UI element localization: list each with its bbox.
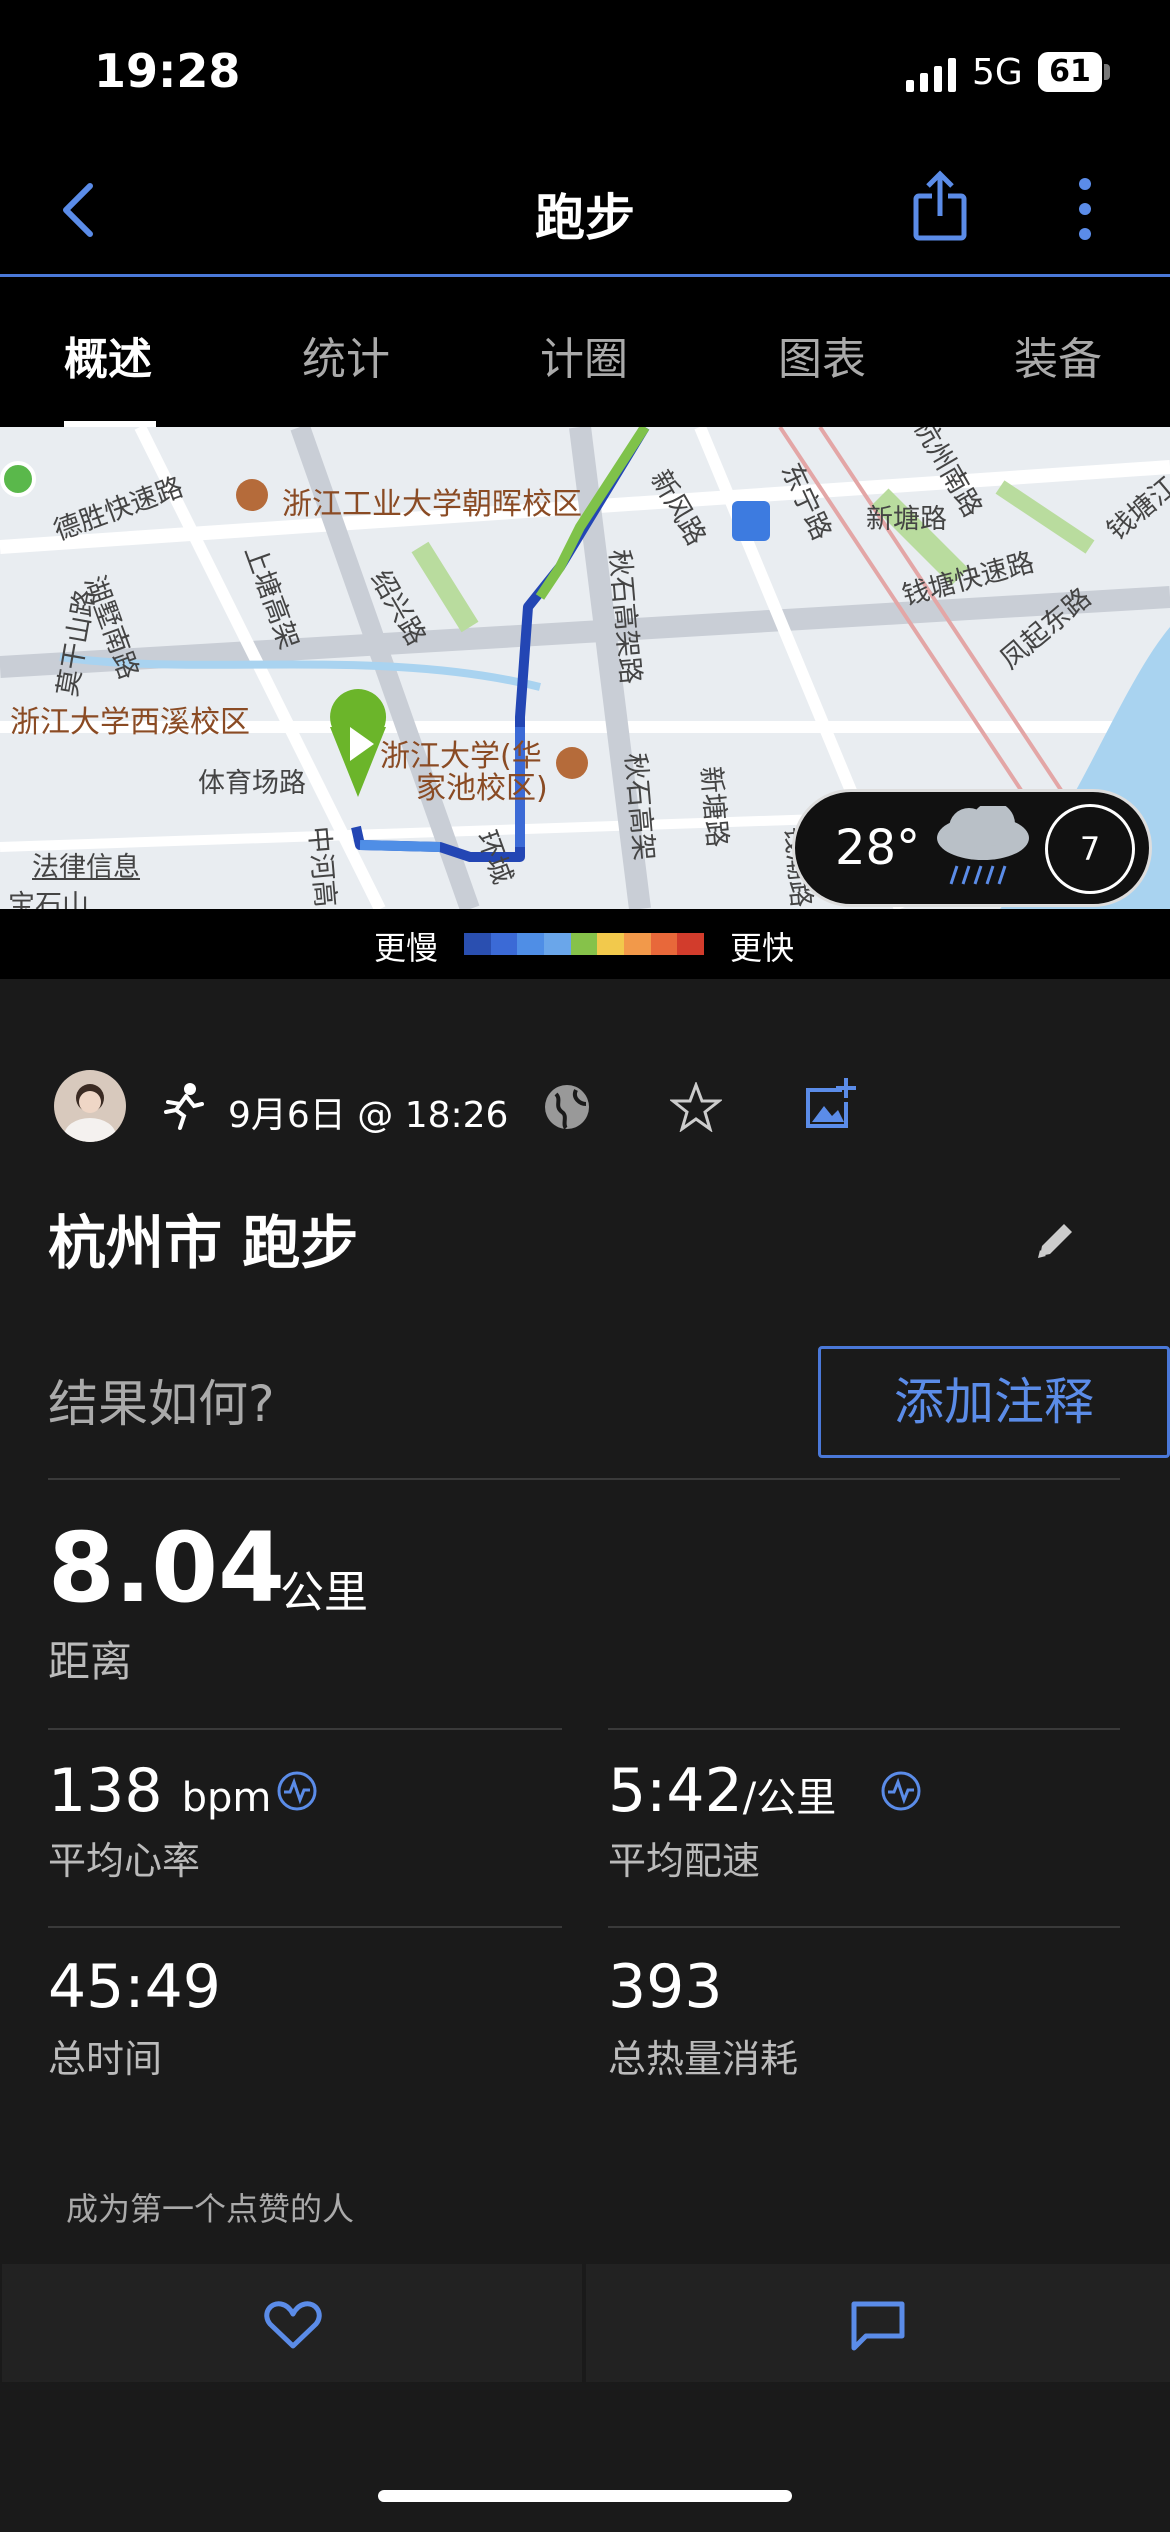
- battery-icon: 61: [1038, 52, 1102, 92]
- tab-bar: 概述 统计 计圈 图表 装备: [0, 277, 1170, 427]
- heart-rate-value: 138: [48, 1756, 163, 1826]
- distance-label: 距离: [48, 1637, 133, 1686]
- status-bar: 19:28 5G 61: [0, 0, 1170, 150]
- network-type: 5G: [972, 52, 1023, 93]
- likes-text: 成为第一个点赞的人: [66, 2190, 355, 2228]
- pace-color-segment: [570, 933, 598, 955]
- pace-color-segment: [650, 933, 678, 955]
- add-note-button[interactable]: 添加注释: [818, 1346, 1170, 1458]
- divider: [608, 1926, 1120, 1928]
- map-label: 浙江工业大学朝晖校区: [282, 487, 582, 522]
- map-label: 体育场路: [198, 768, 306, 799]
- map-label: 家池校区): [416, 771, 548, 806]
- battery-tip: [1104, 64, 1110, 80]
- signal-icon: [906, 58, 956, 92]
- pace-stat: 5:42/公里: [608, 1756, 836, 1826]
- nav-bar: 跑步: [0, 150, 1170, 277]
- home-indicator: [378, 2490, 792, 2502]
- weather-badge: 28° 7: [792, 789, 1152, 907]
- divider: [48, 1926, 562, 1928]
- pace-color-segment: [624, 933, 651, 955]
- tab-stats[interactable]: 统计: [302, 323, 390, 387]
- tab-laps[interactable]: 计圈: [540, 323, 628, 387]
- pace-sensor-icon: [881, 1771, 921, 1811]
- wind-speed-icon: 7: [1045, 804, 1135, 894]
- divider: [48, 1478, 1120, 1480]
- map-label: 中河高: [302, 825, 341, 909]
- legal-info-link[interactable]: 法律信息: [32, 845, 140, 884]
- pace-color-segment: [677, 933, 705, 955]
- temperature: 28°: [835, 820, 921, 876]
- map-label: 宝石山: [8, 890, 89, 909]
- status-time: 19:28: [94, 44, 241, 98]
- globe-icon[interactable]: [542, 1082, 592, 1132]
- pace-color-segment: [464, 933, 491, 955]
- pace-color-bar: [464, 933, 705, 955]
- heart-rate-label: 平均心率: [48, 1839, 201, 1883]
- distance-unit: 公里: [280, 1567, 368, 1618]
- tab-gear[interactable]: 装备: [1014, 323, 1102, 387]
- calories-value: 393: [608, 1952, 723, 2022]
- distance-value: 8.04: [48, 1512, 285, 1624]
- edit-pencil-icon[interactable]: [1034, 1218, 1078, 1262]
- route-map[interactable]: 浙江工业大学朝晖校区 浙江大学西溪校区 浙江大学(华 家池校区) 德胜快速路 上…: [0, 427, 1170, 909]
- note-prompt: 结果如何?: [48, 1375, 275, 1433]
- page-title: 跑步: [535, 189, 635, 247]
- pace-color-segment: [490, 933, 518, 955]
- pace-color-segment: [544, 933, 571, 955]
- activity-date: 9月6日 @ 18:26: [228, 1095, 509, 1136]
- map-label: 浙江大学西溪校区: [10, 705, 250, 740]
- pace-unit: /公里: [742, 1775, 837, 1821]
- legend-fast-label: 更快: [730, 929, 795, 967]
- heart-rate-unit: bpm: [181, 1775, 272, 1821]
- comment-icon: [851, 2301, 905, 2351]
- rain-cloud-icon: [937, 806, 1029, 885]
- calories-label: 总热量消耗: [608, 2037, 799, 2081]
- comment-button[interactable]: [586, 2264, 1170, 2382]
- heart-rate-stat: 138 bpm: [48, 1756, 271, 1826]
- more-options-icon[interactable]: [1070, 174, 1100, 244]
- tab-overview[interactable]: 概述: [64, 323, 152, 387]
- like-button[interactable]: [2, 2264, 582, 2382]
- tab-charts[interactable]: 图表: [778, 323, 866, 387]
- map-label: 新塘路: [866, 504, 947, 535]
- total-time-label: 总时间: [48, 2037, 163, 2081]
- heart-icon: [264, 2301, 322, 2349]
- legend-slow-label: 更慢: [374, 929, 439, 967]
- divider: [48, 1728, 562, 1730]
- avatar[interactable]: [54, 1070, 126, 1142]
- star-icon[interactable]: [670, 1082, 722, 1132]
- running-icon: [164, 1083, 204, 1130]
- divider: [608, 1728, 1120, 1730]
- pace-value: 5:42: [608, 1756, 743, 1826]
- pace-label: 平均配速: [608, 1839, 761, 1883]
- back-chevron-icon[interactable]: [58, 178, 98, 242]
- activity-title: 杭州市 跑步: [48, 1209, 359, 1277]
- pace-color-segment: [597, 933, 625, 955]
- share-icon[interactable]: [910, 170, 970, 242]
- action-bar: [0, 2264, 1170, 2382]
- pace-color-segment: [517, 933, 545, 955]
- pace-legend: 更慢 更快: [0, 909, 1170, 979]
- add-photo-icon[interactable]: [802, 1076, 858, 1132]
- heart-rate-sensor-icon: [277, 1771, 317, 1811]
- total-time-value: 45:49: [48, 1952, 221, 2022]
- map-label: 新塘路: [694, 765, 733, 849]
